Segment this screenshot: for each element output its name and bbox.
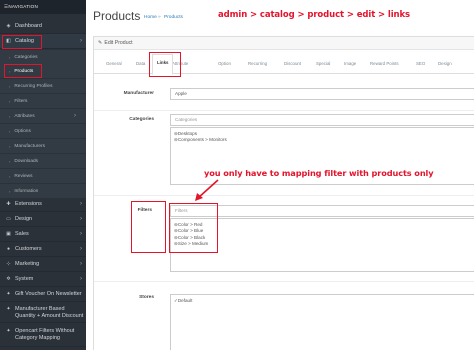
sidebar-subitem-downloads[interactable]: › Downloads (0, 154, 86, 168)
row-divider (94, 195, 474, 196)
breadcrumb-separator: » (158, 15, 161, 20)
chevron-icon: › (80, 216, 82, 222)
sidebar-item-customers[interactable]: ● Customers › (0, 242, 86, 257)
stores-list: ✓Default (170, 294, 474, 350)
bullet-icon: › (9, 54, 11, 60)
users-icon: ● (6, 246, 11, 252)
breadcrumb-products[interactable]: Products (164, 15, 183, 20)
sidebar-item-manufacturer-discount[interactable]: ✦ Manufacturer Based Quantity + Amount D… (0, 303, 86, 323)
tab-recurring[interactable]: Recurring (248, 61, 267, 66)
path-annotation: admin > catalog > product > edit > links (218, 10, 410, 20)
tab-data[interactable]: Data (136, 61, 145, 66)
tab-general[interactable]: General (106, 61, 122, 66)
sidebar-item-label: Design (15, 216, 33, 222)
chevron-icon: › (80, 261, 82, 267)
sidebar-item-label: Dashboard (15, 23, 42, 29)
bullet-icon: › (9, 173, 11, 179)
sidebar-item-label: System (15, 276, 34, 282)
sidebar-nav: ☰NAVIGATION ◈ Dashboard ◧ Catalog › › Cat… (0, 0, 86, 350)
chevron-icon: › (80, 231, 82, 237)
sidebar-subitem-categories[interactable]: › Categories (0, 50, 86, 64)
filters-label-highlight (131, 201, 166, 253)
bullet-icon: › (9, 128, 11, 134)
bullet-icon: › (9, 113, 11, 119)
links-tab-highlight (149, 52, 181, 77)
filter-icon: ✦ (6, 328, 11, 334)
edit-product-panel: ✎ Edit Product General Data Attribute Opt… (93, 36, 474, 350)
chevron-icon: › (80, 38, 82, 44)
tab-special[interactable]: Special (316, 61, 330, 66)
sidebar-item-label: Customers (15, 246, 42, 252)
sidebar-subitem-reviews[interactable]: › Reviews (0, 169, 86, 183)
arrow-icon (195, 179, 219, 201)
sidebar-item-sales[interactable]: ▣ Sales › (0, 227, 86, 242)
tab-image[interactable]: Image (344, 61, 356, 66)
filters-values-highlight (169, 203, 218, 253)
sidebar-item-marketing[interactable]: ⊹ Marketing › (0, 257, 86, 272)
categories-input[interactable]: Categories (170, 114, 474, 126)
nav-header: ☰NAVIGATION (0, 0, 86, 14)
sidebar-subitem-filters[interactable]: › Filters (0, 94, 86, 108)
sidebar-subitem-options[interactable]: › Options (0, 124, 86, 138)
bullet-icon: › (9, 143, 11, 149)
sidebar-subitem-information[interactable]: › Information (0, 184, 86, 198)
sidebar-subitem-recurring-profiles[interactable]: › Recurring Profiles (0, 79, 86, 93)
gear-icon: ✲ (6, 276, 11, 282)
tab-seo[interactable]: SEO (416, 61, 425, 66)
tab-discount[interactable]: Discount (284, 61, 301, 66)
monitor-icon: ▭ (6, 216, 11, 222)
sidebar-item-system[interactable]: ✲ System › (0, 272, 86, 287)
tab-option[interactable]: Option (218, 61, 231, 66)
store-item-default[interactable]: ✓Default (174, 298, 471, 304)
products-highlight (4, 64, 42, 78)
puzzle-icon: ✚ (6, 201, 11, 207)
sidebar-subitem-manufacturers[interactable]: › Manufacturers (0, 139, 86, 153)
gift-icon: ✦ (6, 291, 11, 297)
breadcrumb-home[interactable]: Home (144, 15, 157, 20)
dashboard-icon: ◈ (6, 23, 11, 29)
sidebar-item-gift-voucher[interactable]: ✦ Gift Voucher On Newsletter (0, 287, 86, 302)
sidebar-item-label: Sales (15, 231, 29, 237)
share-icon: ⊹ (6, 261, 11, 267)
tab-design[interactable]: Design (438, 61, 452, 66)
categories-label: Categories (129, 117, 154, 122)
sidebar-item-label: Marketing (15, 261, 40, 267)
manufacturer-label: Manufacturer (123, 91, 154, 96)
sidebar-item-extensions[interactable]: ✚ Extensions › (0, 197, 86, 212)
row-divider (94, 110, 474, 111)
row-divider (94, 281, 474, 282)
category-item-monitors[interactable]: ⊖Components > Monitors (174, 137, 471, 143)
page-title: Products (93, 9, 141, 23)
bullet-icon: › (9, 158, 11, 164)
sidebar-item-dashboard[interactable]: ◈ Dashboard (0, 19, 86, 34)
sidebar-item-label: Opencart Filters Without Category Mappin… (15, 328, 75, 341)
chevron-icon: › (80, 276, 82, 282)
cart-icon: ▣ (6, 231, 11, 237)
gift-icon: ✦ (6, 306, 11, 312)
filter-item-medium[interactable]: ⊖Size > Medium (174, 241, 471, 247)
bullet-icon: › (9, 188, 11, 194)
chevron-icon: › (80, 246, 82, 252)
bullet-icon: › (9, 98, 11, 104)
stores-label: Stores (139, 295, 154, 300)
sidebar-subitem-attributes[interactable]: › Attributes › (0, 109, 86, 123)
sidebar-item-design[interactable]: ▭ Design › (0, 212, 86, 227)
panel-heading: ✎ Edit Product (94, 37, 474, 50)
catalog-highlight (2, 35, 42, 49)
sidebar-item-label: Extensions (15, 201, 42, 207)
sidebar-item-label: Gift Voucher On Newsletter (15, 291, 82, 297)
chevron-icon: › (80, 201, 82, 207)
sidebar-item-filters-without-category[interactable]: ✦ Opencart Filters Without Category Mapp… (0, 325, 86, 347)
sidebar-item-label: Manufacturer Based Quantity + Amount Dis… (15, 306, 84, 319)
tab-reward-points[interactable]: Reward Points (370, 61, 399, 66)
manufacturer-input[interactable]: Apple (170, 88, 474, 100)
bullet-icon: › (9, 83, 11, 89)
pencil-icon: ✎ (98, 40, 103, 46)
filter-annotation: you only have to mapping filter with pro… (204, 168, 434, 178)
chevron-icon: › (74, 113, 76, 119)
